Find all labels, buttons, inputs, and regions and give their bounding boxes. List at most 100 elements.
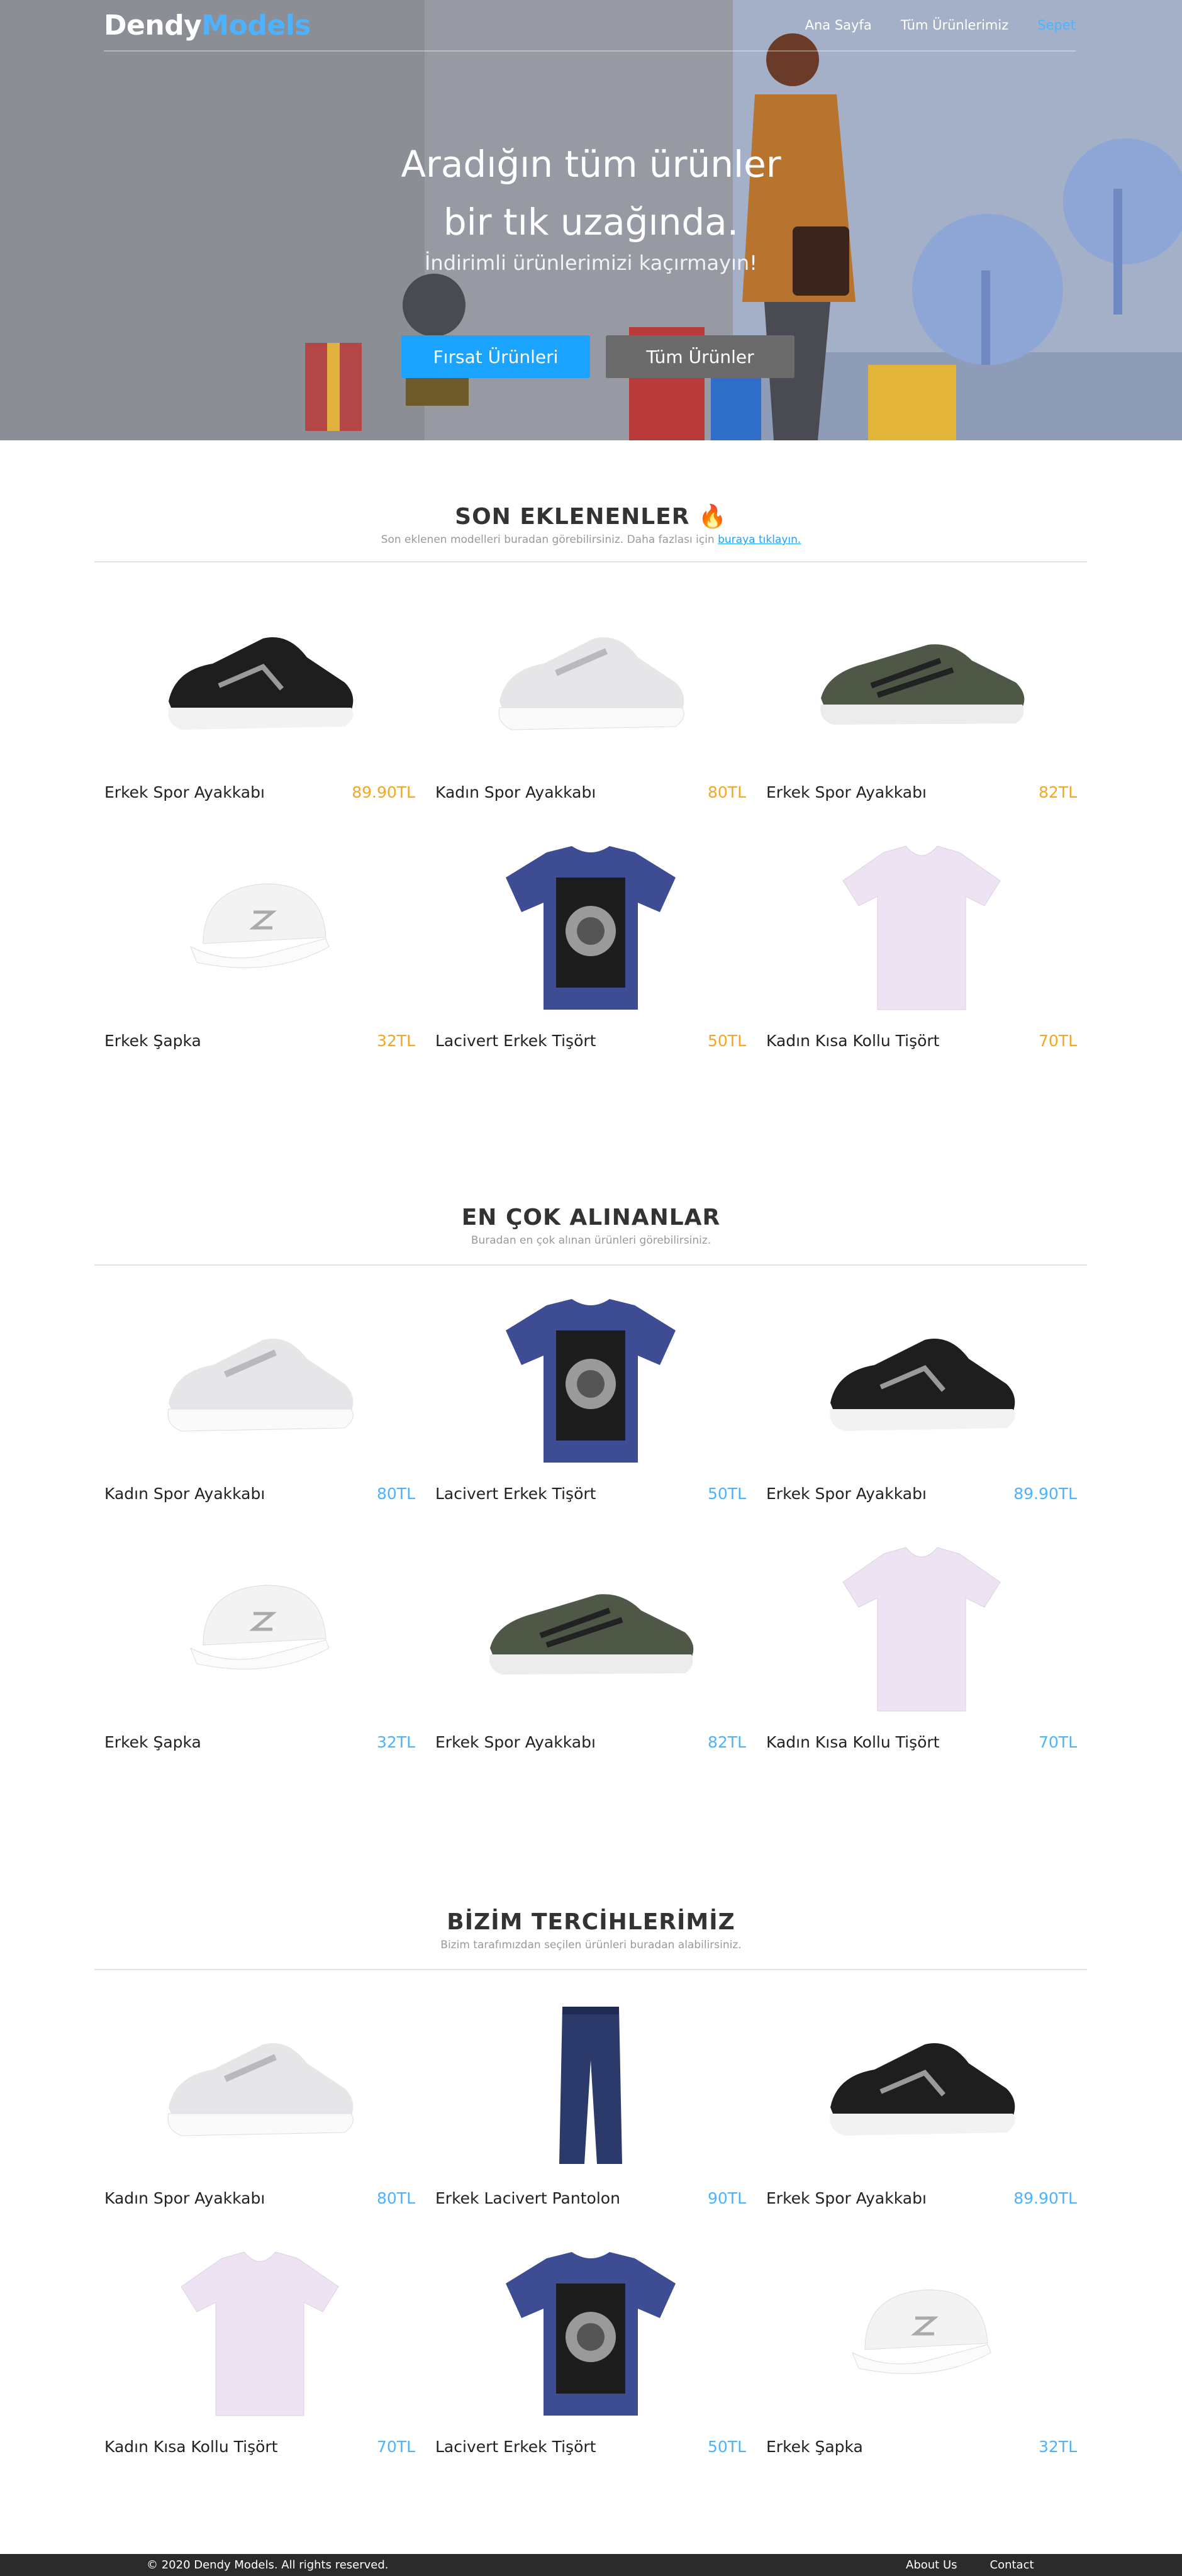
navy-tshirt-image[interactable]	[425, 1299, 756, 1463]
product-name[interactable]: Lacivert Erkek Tişört	[435, 2438, 596, 2456]
section-divider	[94, 1264, 1087, 1266]
section-subtitle-text: Son eklenen modelleri buradan görebilirs…	[381, 533, 715, 546]
footer-link-about[interactable]: About Us	[906, 2558, 957, 2572]
product-name[interactable]: Kadın Spor Ayakkabı	[435, 783, 596, 801]
product-card[interactable]: Lacivert Erkek Tişört 50TL	[425, 834, 756, 1082]
product-info: Kadın Spor Ayakkabı 80TL	[104, 2189, 415, 2207]
lilac-tshirt-image[interactable]	[756, 845, 1087, 1010]
product-name[interactable]: Erkek Spor Ayakkabı	[435, 1733, 596, 1751]
product-price: 50TL	[707, 1032, 746, 1050]
product-card[interactable]: Erkek Spor Ayakkabı 89.90TL	[94, 585, 425, 834]
product-card[interactable]: Erkek Spor Ayakkabı 89.90TL	[756, 1286, 1087, 1535]
product-card[interactable]: Kadın Spor Ayakkabı 80TL	[94, 1286, 425, 1535]
lilac-tshirt-image[interactable]	[94, 2251, 425, 2416]
lilac-tshirt-image[interactable]	[756, 1547, 1087, 1712]
product-name[interactable]: Kadın Spor Ayakkabı	[104, 1485, 265, 1503]
product-price: 90TL	[707, 2189, 746, 2207]
product-info: Erkek Spor Ayakkabı 82TL	[766, 783, 1077, 801]
product-info: Lacivert Erkek Tişört 50TL	[435, 1032, 746, 1050]
product-card[interactable]: Erkek Şapka 32TL	[756, 2239, 1087, 2488]
product-info: Erkek Şapka 32TL	[104, 1733, 415, 1751]
footer-copyright: © 2020 Dendy Models. All rights reserved…	[147, 2558, 389, 2572]
product-price: 70TL	[376, 2438, 415, 2456]
product-name[interactable]: Kadın Kısa Kollu Tişört	[766, 1032, 940, 1050]
product-name[interactable]: Kadın Kısa Kollu Tişört	[766, 1733, 940, 1751]
product-info: Kadın Kısa Kollu Tişört 70TL	[766, 1032, 1077, 1050]
white-sneaker-image[interactable]	[425, 598, 756, 761]
product-card[interactable]: Kadın Kısa Kollu Tişört 70TL	[756, 834, 1087, 1082]
top-navbar: DendyModels Ana Sayfa Tüm Ürünlerimiz Se…	[104, 0, 1076, 52]
black-sneaker-image[interactable]	[756, 2004, 1087, 2167]
hero-banner: DendyModels Ana Sayfa Tüm Ürünlerimiz Se…	[0, 0, 1182, 440]
product-card[interactable]: Erkek Şapka 32TL	[94, 1535, 425, 1783]
product-card[interactable]: Lacivert Erkek Tişört 50TL	[425, 1286, 756, 1535]
hero-buttons: Fırsat Ürünleri Tüm Ürünler	[401, 335, 795, 378]
product-card[interactable]: Erkek Spor Ayakkabı 82TL	[756, 585, 1087, 834]
footer: © 2020 Dendy Models. All rights reserved…	[0, 2554, 1182, 2576]
white-cap-image[interactable]	[94, 846, 425, 1010]
navy-tshirt-image[interactable]	[425, 846, 756, 1010]
white-sneaker-image[interactable]	[94, 1299, 425, 1463]
white-sneaker-image[interactable]	[94, 2004, 425, 2167]
product-info: Lacivert Erkek Tişört 50TL	[435, 2438, 746, 2456]
product-price: 70TL	[1038, 1733, 1077, 1751]
section-divider	[94, 561, 1087, 562]
product-card[interactable]: Erkek Şapka 32TL	[94, 834, 425, 1082]
site-logo[interactable]: DendyModels	[104, 9, 311, 42]
green-sneaker-image[interactable]	[425, 1547, 756, 1711]
product-card[interactable]: Erkek Spor Ayakkabı 82TL	[425, 1535, 756, 1783]
product-name[interactable]: Erkek Spor Ayakkabı	[766, 1485, 927, 1503]
product-price: 70TL	[1038, 1032, 1077, 1050]
nav-link-cart[interactable]: Sepet	[1037, 18, 1076, 33]
product-card[interactable]: Kadın Spor Ayakkabı 80TL	[425, 585, 756, 834]
navy-tshirt-image[interactable]	[425, 2252, 756, 2416]
section-latest: SON EKLENENLER 🔥 Son eklenen modelleri b…	[0, 440, 1182, 1132]
section-divider	[94, 1969, 1087, 1970]
product-name[interactable]: Erkek Şapka	[104, 1032, 201, 1050]
navy-pants-image[interactable]	[425, 2004, 756, 2167]
product-name[interactable]: Erkek Spor Ayakkabı	[766, 783, 927, 801]
product-card[interactable]: Erkek Lacivert Pantolon 90TL	[425, 1991, 756, 2239]
more-link[interactable]: buraya tıklayın.	[718, 533, 801, 546]
product-name[interactable]: Erkek Şapka	[104, 1733, 201, 1751]
product-card[interactable]: Erkek Spor Ayakkabı 89.90TL	[756, 1991, 1087, 2239]
nav-link-all-products[interactable]: Tüm Ürünlerimiz	[901, 18, 1009, 33]
footer-links: About Us Contact	[906, 2558, 1034, 2572]
green-sneaker-image[interactable]	[756, 598, 1087, 761]
product-name[interactable]: Lacivert Erkek Tişört	[435, 1485, 596, 1503]
section-subtitle: Buradan en çok alınan ürünleri görebilir…	[471, 1234, 711, 1247]
black-sneaker-image[interactable]	[94, 598, 425, 761]
product-price: 80TL	[376, 2189, 415, 2207]
product-card[interactable]: Kadın Spor Ayakkabı 80TL	[94, 1991, 425, 2239]
product-price: 80TL	[376, 1485, 415, 1503]
nav-link-home[interactable]: Ana Sayfa	[805, 18, 872, 33]
product-price: 89.90TL	[1013, 1485, 1077, 1503]
product-card[interactable]: Kadın Kısa Kollu Tişört 70TL	[94, 2239, 425, 2488]
product-card[interactable]: Kadın Kısa Kollu Tişört 70TL	[756, 1535, 1087, 1783]
all-products-button[interactable]: Tüm Ürünler	[606, 335, 795, 378]
product-grid: Erkek Spor Ayakkabı 89.90TL Kadın Spor Aya…	[94, 585, 1087, 1082]
nav-links: Ana Sayfa Tüm Ürünlerimiz Sepet	[805, 18, 1076, 33]
product-name[interactable]: Erkek Şapka	[766, 2438, 863, 2456]
product-info: Erkek Şapka 32TL	[104, 1032, 415, 1050]
black-sneaker-image[interactable]	[756, 1299, 1087, 1463]
product-name[interactable]: Kadın Kısa Kollu Tişört	[104, 2438, 278, 2456]
footer-link-contact[interactable]: Contact	[990, 2558, 1034, 2572]
white-cap-image[interactable]	[756, 2252, 1087, 2416]
white-cap-image[interactable]	[94, 1547, 425, 1711]
product-name[interactable]: Erkek Spor Ayakkabı	[104, 783, 265, 801]
section-header: SON EKLENENLER 🔥 Son eklenen modelleri b…	[0, 503, 1182, 546]
product-card[interactable]: Lacivert Erkek Tişört 50TL	[425, 2239, 756, 2488]
section-subtitle: Bizim tarafımızdan seçilen ürünleri bura…	[440, 1939, 742, 1951]
product-price: 89.90TL	[352, 783, 415, 801]
product-name[interactable]: Erkek Spor Ayakkabı	[766, 2189, 927, 2207]
section-best-sellers: EN ÇOK ALINANLAR Buradan en çok alınan ü…	[0, 1132, 1182, 1837]
product-info: Kadın Spor Ayakkabı 80TL	[104, 1485, 415, 1503]
product-name[interactable]: Kadın Spor Ayakkabı	[104, 2189, 265, 2207]
section-subtitle: Son eklenen modelleri buradan görebilirs…	[0, 533, 1182, 546]
hero-title-line1: Aradığın tüm ürünler	[401, 143, 781, 186]
deals-button[interactable]: Fırsat Ürünleri	[401, 335, 590, 378]
product-price: 89.90TL	[1013, 2189, 1077, 2207]
product-name[interactable]: Erkek Lacivert Pantolon	[435, 2189, 620, 2207]
product-name[interactable]: Lacivert Erkek Tişört	[435, 1032, 596, 1050]
